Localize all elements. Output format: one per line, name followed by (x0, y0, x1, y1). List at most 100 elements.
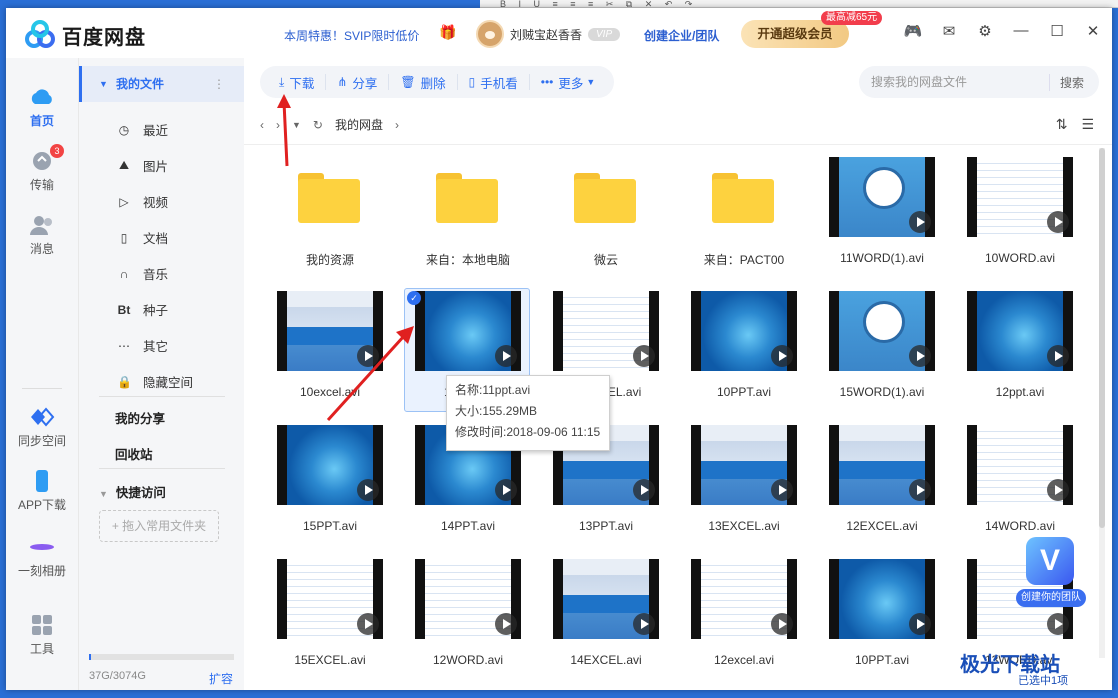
chevron-down-icon: ▼ (586, 77, 596, 87)
video-file-item[interactable]: 15PPT.avi (266, 422, 392, 546)
download-button[interactable]: ⤓ 下载 (268, 74, 327, 91)
storage-fill (89, 654, 91, 660)
minimize-icon[interactable]: — (1010, 22, 1032, 40)
share-button[interactable]: ⋔ 分享 (326, 74, 390, 91)
video-file-item[interactable]: 10WORD.avi (956, 154, 1082, 278)
search-button[interactable]: 搜索 (1049, 73, 1084, 91)
sidebar-item-other[interactable]: ⋯ 其它 (117, 336, 168, 355)
back-arrow-icon[interactable]: ‹ (260, 118, 264, 132)
settings-icon[interactable]: ⚙ (974, 22, 996, 40)
delete-button[interactable]: 🗑 删除 (389, 74, 458, 91)
video-file-item[interactable]: 12EXCEL.avi (818, 422, 944, 546)
promo-link[interactable]: 本周特惠！SVIP限时低价 (284, 27, 419, 44)
video-thumbnail (415, 291, 521, 371)
sidebar-item-images[interactable]: ⛰ 图片 (117, 156, 168, 175)
mobile-view-button[interactable]: ▯ 手机看 (458, 74, 530, 91)
video-file-item[interactable]: 12ppt.avi (956, 288, 1082, 412)
more-icon: ⋯ (118, 338, 130, 353)
nav-app-download[interactable]: APP下载 (6, 470, 78, 513)
more-vertical-icon[interactable]: ⋮ (213, 66, 225, 102)
sidebar-divider (99, 396, 225, 397)
nav-messages[interactable]: 消息 (6, 214, 78, 257)
create-team-link[interactable]: 创建企业/团队 (644, 27, 719, 44)
play-icon (495, 613, 517, 635)
play-icon (909, 211, 931, 233)
grid-scrollbar[interactable] (1099, 148, 1105, 658)
nav-tools[interactable]: 工具 (6, 614, 78, 657)
search-input[interactable] (859, 75, 1049, 89)
sidebar-item-docs[interactable]: ▯ 文档 (117, 228, 168, 247)
play-icon (909, 613, 931, 635)
user-profile[interactable]: 刘贼宝赵香香 VIP (476, 20, 621, 48)
video-file-item[interactable]: 12excel.avi (680, 556, 806, 680)
create-team-widget[interactable]: V 创建你的团队 (1016, 537, 1086, 609)
view-controls: ⇅ ☰ (1056, 116, 1094, 133)
file-name: 我的资源 (305, 253, 354, 267)
sidebar-item-label: 隐藏空间 (143, 376, 194, 390)
folder-item[interactable]: 来自：本地电脑 (404, 154, 530, 278)
gift-icon[interactable]: 🎁 (439, 24, 456, 41)
scrollbar-thumb[interactable] (1099, 148, 1105, 528)
more-label: 更多 (558, 76, 584, 91)
gamepad-icon[interactable]: 🎮 (902, 22, 924, 40)
sidebar-item-recent[interactable]: ◷ 最近 (117, 120, 168, 139)
background-app-strip: B I U ≡ ≡ ≡ ✂ ⧉ ✕ ↶ ↷ (480, 0, 1118, 8)
sidebar-my-share[interactable]: 我的分享 (115, 408, 165, 427)
file-name: 14PPT.avi (440, 519, 496, 533)
video-file-item[interactable]: 14WORD.avi (956, 422, 1082, 546)
nav-home[interactable]: 首页 (6, 86, 78, 129)
video-icon: ▷ (119, 194, 129, 209)
sidebar-quick-access[interactable]: ▼ 快捷访问 (99, 482, 166, 501)
file-name: 来自：本地电脑 (425, 253, 510, 267)
sidebar-my-files[interactable]: ▼ 我的文件 ⋮ (79, 66, 245, 102)
sidebar-item-videos[interactable]: ▷ 视频 (117, 192, 168, 211)
sidebar-item-torrent[interactable]: Bt 种子 (117, 300, 168, 319)
folder-item[interactable]: 来自：PACT00 (680, 154, 806, 278)
video-file-item[interactable]: 10PPT.avi (680, 288, 806, 412)
nav-transfer[interactable]: 传输 3 (6, 144, 78, 193)
refresh-icon[interactable]: ↻ (313, 118, 323, 132)
video-file-item[interactable]: 15EXCEL.avi (266, 556, 392, 680)
drop-folder-zone[interactable]: + 拖入常用文件夹 (99, 510, 219, 542)
sidebar-item-hidden[interactable]: 🔒 隐藏空间 (117, 372, 193, 391)
more-button[interactable]: ••• 更多 ▼ (530, 74, 607, 91)
collapse-triangle-icon[interactable]: ▼ (99, 66, 108, 102)
nav-sync[interactable]: 同步空间 (6, 406, 78, 449)
tooltip-size: 大小:155.29MB (455, 404, 538, 418)
sidebar-recycle[interactable]: 回收站 (115, 444, 153, 463)
avatar[interactable] (476, 20, 504, 48)
file-name: 14WORD.avi (984, 519, 1055, 533)
video-file-item[interactable]: 11WORD(1).avi (818, 154, 944, 278)
file-name: 13EXCEL.avi (708, 519, 780, 533)
video-thumbnail (691, 291, 797, 371)
window-controls: 🎮 ✉ ⚙ — ☐ ✕ (902, 22, 1104, 40)
search-box: 搜索 (859, 66, 1099, 98)
video-file-item[interactable]: 15WORD(1).avi (818, 288, 944, 412)
nav-album[interactable]: 一刻相册 (6, 536, 78, 579)
user-name[interactable]: 刘贼宝赵香香 (510, 26, 582, 43)
breadcrumb[interactable]: 我的网盘 (335, 116, 383, 133)
app-logo: 百度网盘 (24, 20, 146, 50)
video-file-item[interactable]: 13EXCEL.avi (680, 422, 806, 546)
expand-storage-link[interactable]: 扩容 (209, 670, 233, 687)
file-name: 11WORD(1).avi (840, 251, 924, 265)
checkmark-icon[interactable]: ✓ (407, 291, 421, 305)
mail-icon[interactable]: ✉ (938, 22, 960, 40)
title-bar: 百度网盘 本周特惠！SVIP限时低价 🎁 刘贼宝赵香香 VIP 创建企业/团队 … (6, 8, 1112, 58)
sidebar-item-music[interactable]: ∩ 音乐 (117, 264, 168, 283)
trash-icon: 🗑 (400, 75, 416, 89)
nav-home-label: 首页 (29, 114, 54, 128)
video-file-item[interactable]: 12WORD.avi (404, 556, 530, 680)
folder-item[interactable]: 我的资源 (266, 154, 392, 278)
play-icon (1047, 479, 1069, 501)
maximize-icon[interactable]: ☐ (1046, 22, 1068, 40)
video-thumbnail (691, 559, 797, 639)
team-v-icon: V (1026, 537, 1074, 585)
close-icon[interactable]: ✕ (1082, 22, 1104, 40)
mobile-label: 手机看 (480, 76, 518, 91)
list-view-icon[interactable]: ☰ (1081, 116, 1094, 133)
folder-item[interactable]: 微云 (542, 154, 668, 278)
video-file-item[interactable]: 14EXCEL.avi (542, 556, 668, 680)
sort-icon[interactable]: ⇅ (1056, 116, 1068, 133)
video-file-item[interactable]: 10PPT.avi (818, 556, 944, 680)
